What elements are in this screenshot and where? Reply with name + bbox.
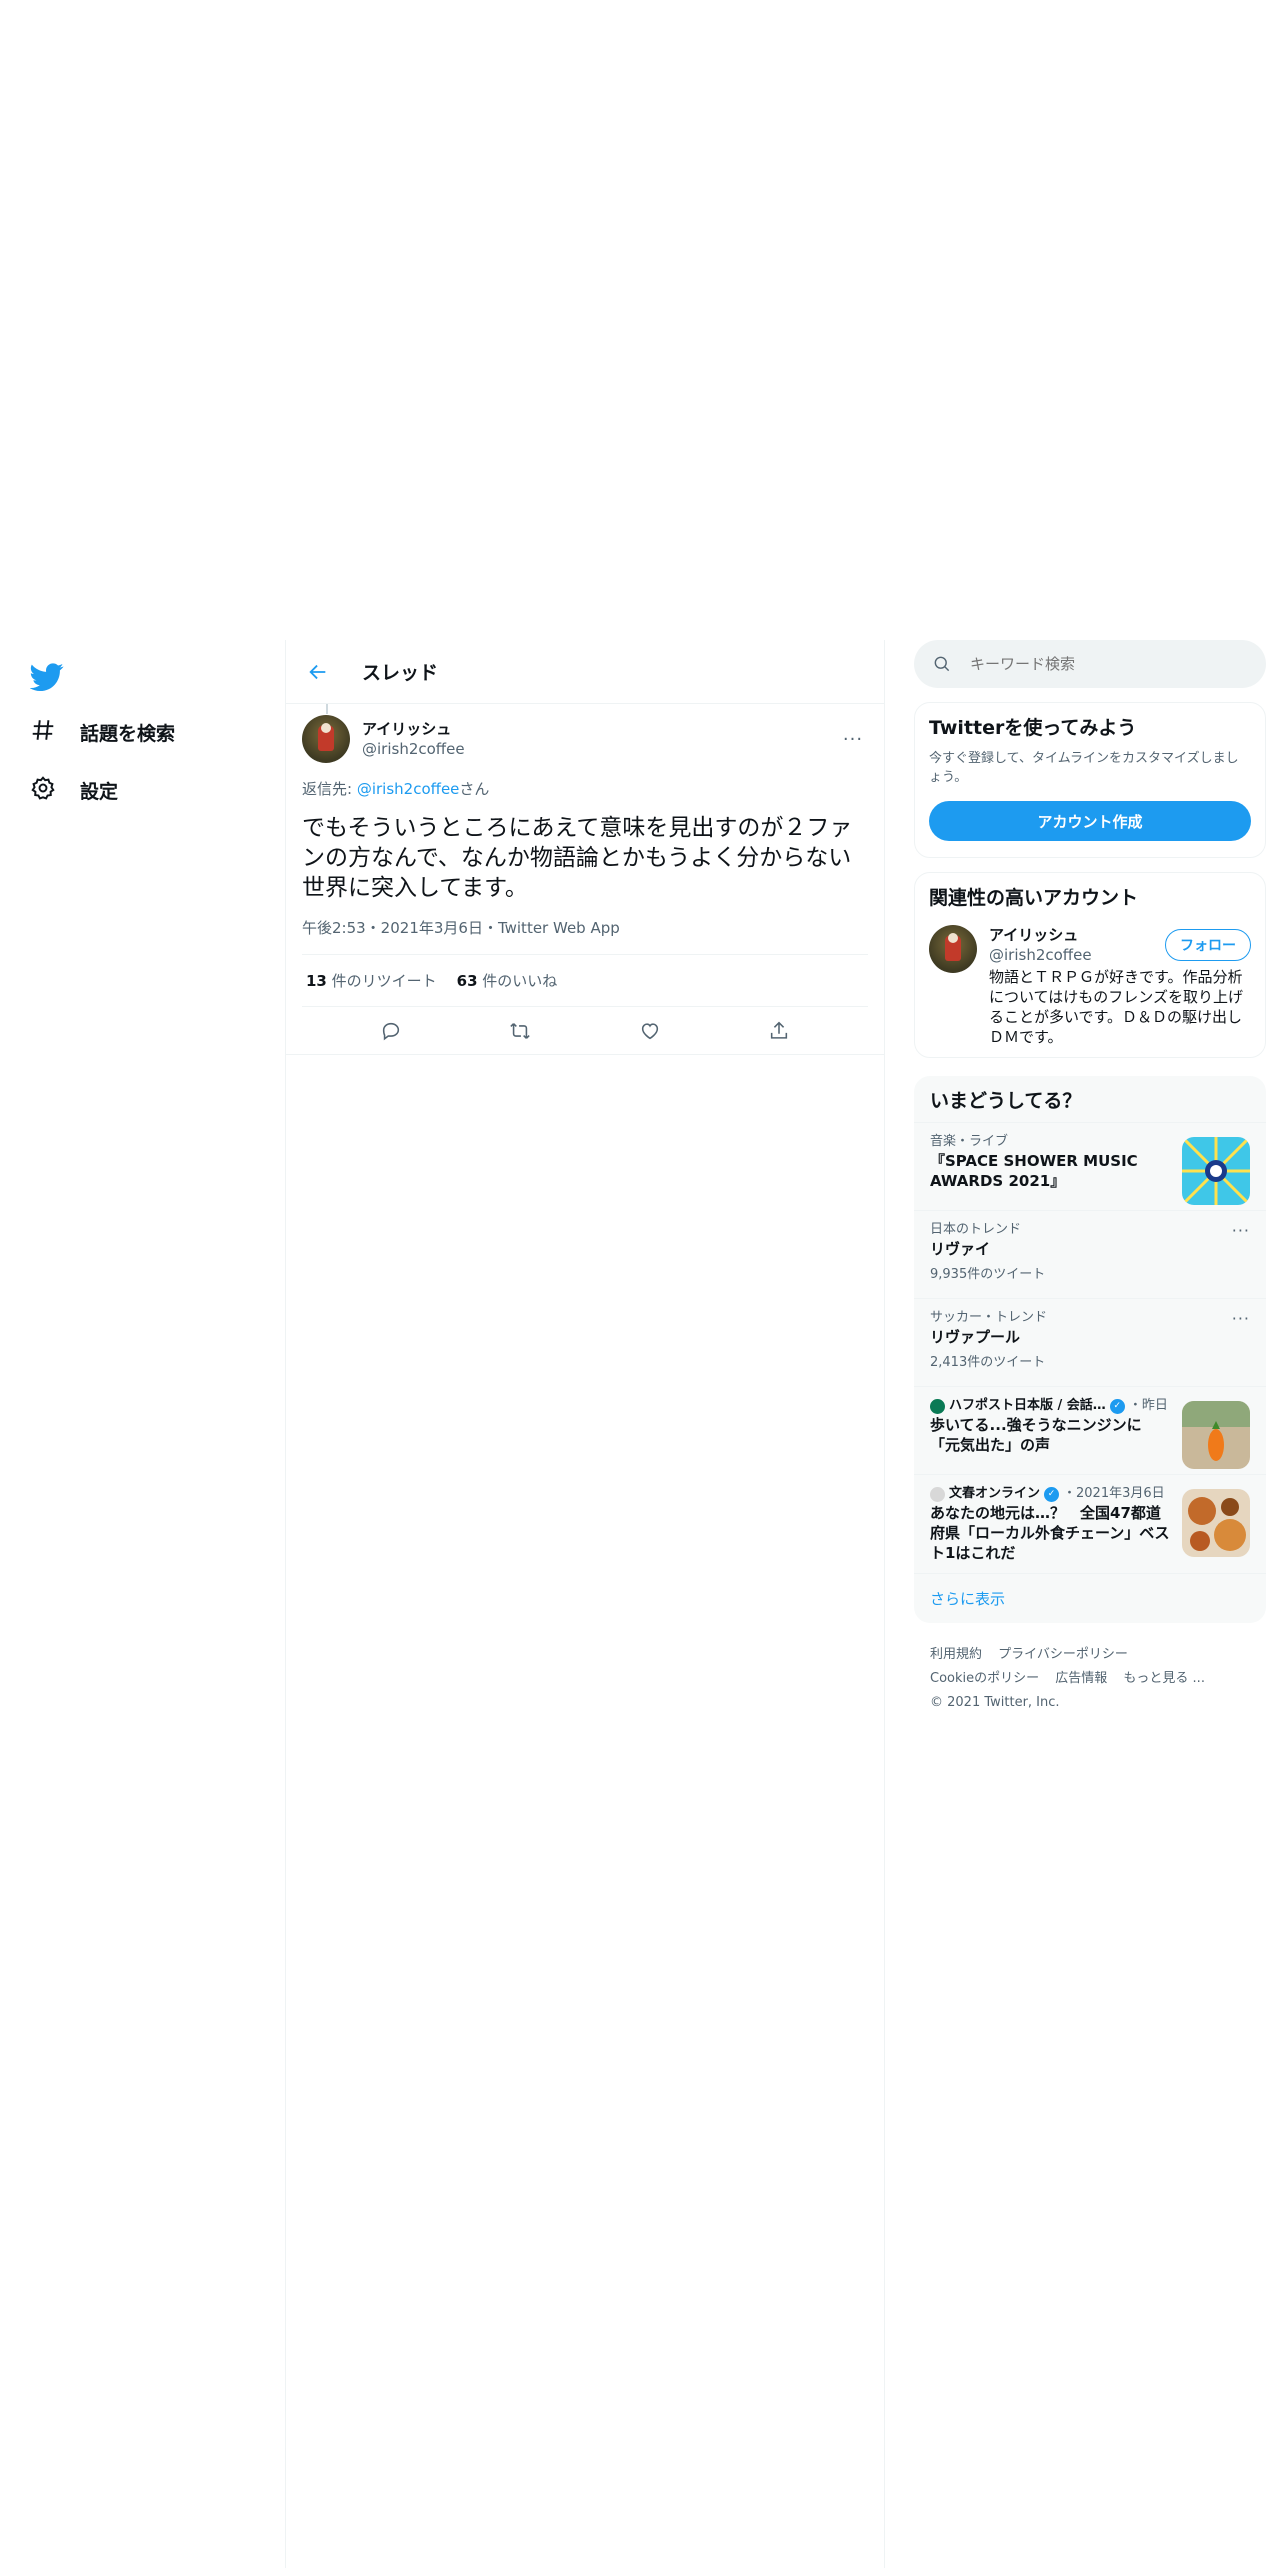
reply-button[interactable] <box>373 1013 409 1049</box>
follow-button[interactable]: フォロー <box>1165 929 1251 961</box>
tweet-author[interactable]: アイリッシュ @irish2coffee <box>362 719 465 759</box>
trend-context: サッカー・トレンド <box>930 1310 1048 1325</box>
trend-title: 『SPACE SHOWER MUSIC AWARDS 2021』 <box>930 1152 1138 1190</box>
avatar[interactable] <box>929 925 977 973</box>
trend-item[interactable]: 日本のトレンド リヴァイ 9,935件のツイート ··· <box>914 1210 1266 1298</box>
signup-description: 今すぐ登録して、タイムラインをカスタマイズしましょう。 <box>929 751 1239 785</box>
news-thumbnail <box>1182 1489 1250 1557</box>
page-title: スレッド <box>362 662 439 684</box>
retweets-stat[interactable]: 13 件のリツイート <box>306 970 437 991</box>
ads-link[interactable]: 広告情報 <box>1055 1671 1107 1686</box>
tweet-stats: 13 件のリツイート 63 件のいいね <box>302 955 868 1007</box>
copyright: © 2021 Twitter, Inc. <box>930 1695 1060 1710</box>
more-link[interactable]: もっと見る ... <box>1123 1671 1205 1686</box>
reply-to-line: 返信先: @irish2coffeeさん <box>302 778 868 799</box>
retweet-button[interactable] <box>502 1013 538 1049</box>
trends-card: いまどうしてる？ 音楽・ライブ 『SPACE SHOWER MUSIC AWAR… <box>914 1076 1266 1623</box>
share-button[interactable] <box>761 1013 797 1049</box>
thread-column: スレッド アイリッシュ @irish2coffee ··· 返信先: @iris… <box>285 640 885 2568</box>
terms-link[interactable]: 利用規約 <box>930 1647 982 1662</box>
right-sidebar: Twitterを使ってみよう 今すぐ登録して、タイムラインをカスタマイズしましょ… <box>914 640 1266 1735</box>
show-more-link[interactable]: さらに表示 <box>914 1573 1266 1623</box>
news-title: あなたの地元は…？ 全国47都道府県「ローカル外食チェーン」ベスト1はこれだ <box>930 1504 1170 1562</box>
tweet-actions <box>286 1007 884 1055</box>
arrow-left-icon <box>309 664 326 679</box>
news-title: 歩いてる...強そうなニンジンに「元気出た」の声 <box>930 1416 1142 1454</box>
trend-item[interactable]: サッカー・トレンド リヴァプール 2,413件のツイート ··· <box>914 1298 1266 1386</box>
cookie-link[interactable]: Cookieのポリシー <box>930 1671 1039 1686</box>
related-name[interactable]: アイリッシュ <box>989 925 1092 945</box>
reply-icon <box>382 1022 399 1040</box>
huffpost-logo-icon <box>930 1398 945 1414</box>
nav-explore[interactable]: 話題を検索 <box>30 712 175 752</box>
trend-count: 9,935件のツイート <box>930 1267 1046 1282</box>
heart-icon <box>641 1022 658 1039</box>
more-options-icon[interactable]: ··· <box>1232 1309 1250 1328</box>
trend-title: リヴァイ <box>930 1240 991 1258</box>
trend-count: 2,413件のツイート <box>930 1355 1046 1370</box>
trends-title: いまどうしてる？ <box>930 1090 1082 1112</box>
more-options-icon[interactable]: ··· <box>838 724 868 754</box>
gear-icon <box>30 775 56 805</box>
retweet-icon <box>510 1022 530 1039</box>
thread-header: スレッド <box>286 640 884 704</box>
trend-item[interactable]: 音楽・ライブ 『SPACE SHOWER MUSIC AWARDS 2021』 <box>914 1122 1266 1210</box>
nav-settings-label: 設定 <box>80 780 119 803</box>
like-button[interactable] <box>632 1013 668 1049</box>
retweets-label: 件のリツイート <box>326 972 437 990</box>
likes-stat[interactable]: 63 件のいいね <box>457 970 558 991</box>
share-icon <box>771 1021 788 1039</box>
tweet-timestamp[interactable]: 午後2:53・2021年3月6日・Twitter Web App <box>302 917 868 955</box>
nav-settings[interactable]: 設定 <box>30 770 118 810</box>
bunshun-logo-icon <box>930 1486 945 1502</box>
news-source-name: ハフポスト日本版 / 会話… <box>949 1398 1106 1413</box>
create-account-button[interactable]: アカウント作成 <box>929 801 1251 841</box>
trend-context: 日本のトレンド <box>930 1222 1022 1237</box>
related-accounts-card: 関連性の高いアカウント アイリッシュ @irish2coffee フォロー 物語… <box>914 872 1266 1058</box>
signup-card: Twitterを使ってみよう 今すぐ登録して、タイムラインをカスタマイズしましょ… <box>914 702 1266 858</box>
trend-thumbnail <box>1182 1137 1250 1205</box>
related-bio: 物語とＴＲＰＧが好きです。作品分析についてはけものフレンズを取り上げることが多い… <box>989 968 1243 1046</box>
author-handle[interactable]: @irish2coffee <box>362 739 465 759</box>
verified-badge-icon: ✓ <box>1109 1398 1125 1414</box>
twitter-logo-icon[interactable] <box>29 660 64 694</box>
signup-title: Twitterを使ってみよう <box>929 717 1137 739</box>
search-box[interactable] <box>914 640 1266 688</box>
tweet-header: アイリッシュ @irish2coffee ··· <box>302 714 868 764</box>
reply-prefix: 返信先: <box>302 780 357 798</box>
avatar[interactable] <box>302 715 350 763</box>
likes-label: 件のいいね <box>477 972 558 990</box>
reply-suffix: さん <box>459 780 490 798</box>
related-handle[interactable]: @irish2coffee <box>989 945 1092 965</box>
verified-badge-icon: ✓ <box>1044 1486 1060 1502</box>
news-item[interactable]: 文春オンライン ✓ ・2021年3月6日 あなたの地元は…？ 全国47都道府県「… <box>914 1474 1266 1573</box>
nav-explore-label: 話題を検索 <box>80 722 176 745</box>
thread-connector-line <box>326 704 328 714</box>
news-date: ・2021年3月6日 <box>1063 1486 1165 1501</box>
footer: 利用規約 プライバシーポリシー Cookieのポリシー 広告情報 もっと見る .… <box>914 1623 1266 1735</box>
search-icon <box>934 656 950 672</box>
news-thumbnail <box>1182 1401 1250 1469</box>
news-date: ・昨日 <box>1128 1398 1168 1413</box>
privacy-link[interactable]: プライバシーポリシー <box>998 1647 1128 1662</box>
related-title: 関連性の高いアカウント <box>929 887 1139 909</box>
related-account[interactable]: アイリッシュ @irish2coffee フォロー 物語とＴＲＰＧが好きです。作… <box>929 925 1251 1047</box>
news-source-name: 文春オンライン <box>949 1486 1041 1501</box>
likes-count: 63 <box>456 972 478 990</box>
focused-tweet: アイリッシュ @irish2coffee ··· 返信先: @irish2cof… <box>286 704 884 1055</box>
tweet-text: でもそういうところにあえて意味を見出すのが２ファンの方なんで、なんか物語論とかも… <box>302 815 853 901</box>
back-button[interactable] <box>298 652 338 692</box>
more-options-icon[interactable]: ··· <box>1232 1221 1250 1240</box>
author-name[interactable]: アイリッシュ <box>362 719 465 739</box>
search-input[interactable] <box>970 655 1240 673</box>
news-item[interactable]: ハフポスト日本版 / 会話… ✓ ・昨日 歩いてる...強そうなニンジンに「元気… <box>914 1386 1266 1474</box>
reply-handle-link[interactable]: @irish2coffee <box>357 780 460 798</box>
trend-title: リヴァプール <box>930 1328 1021 1346</box>
retweets-count: 13 <box>306 972 327 990</box>
hashtag-icon <box>30 717 56 747</box>
